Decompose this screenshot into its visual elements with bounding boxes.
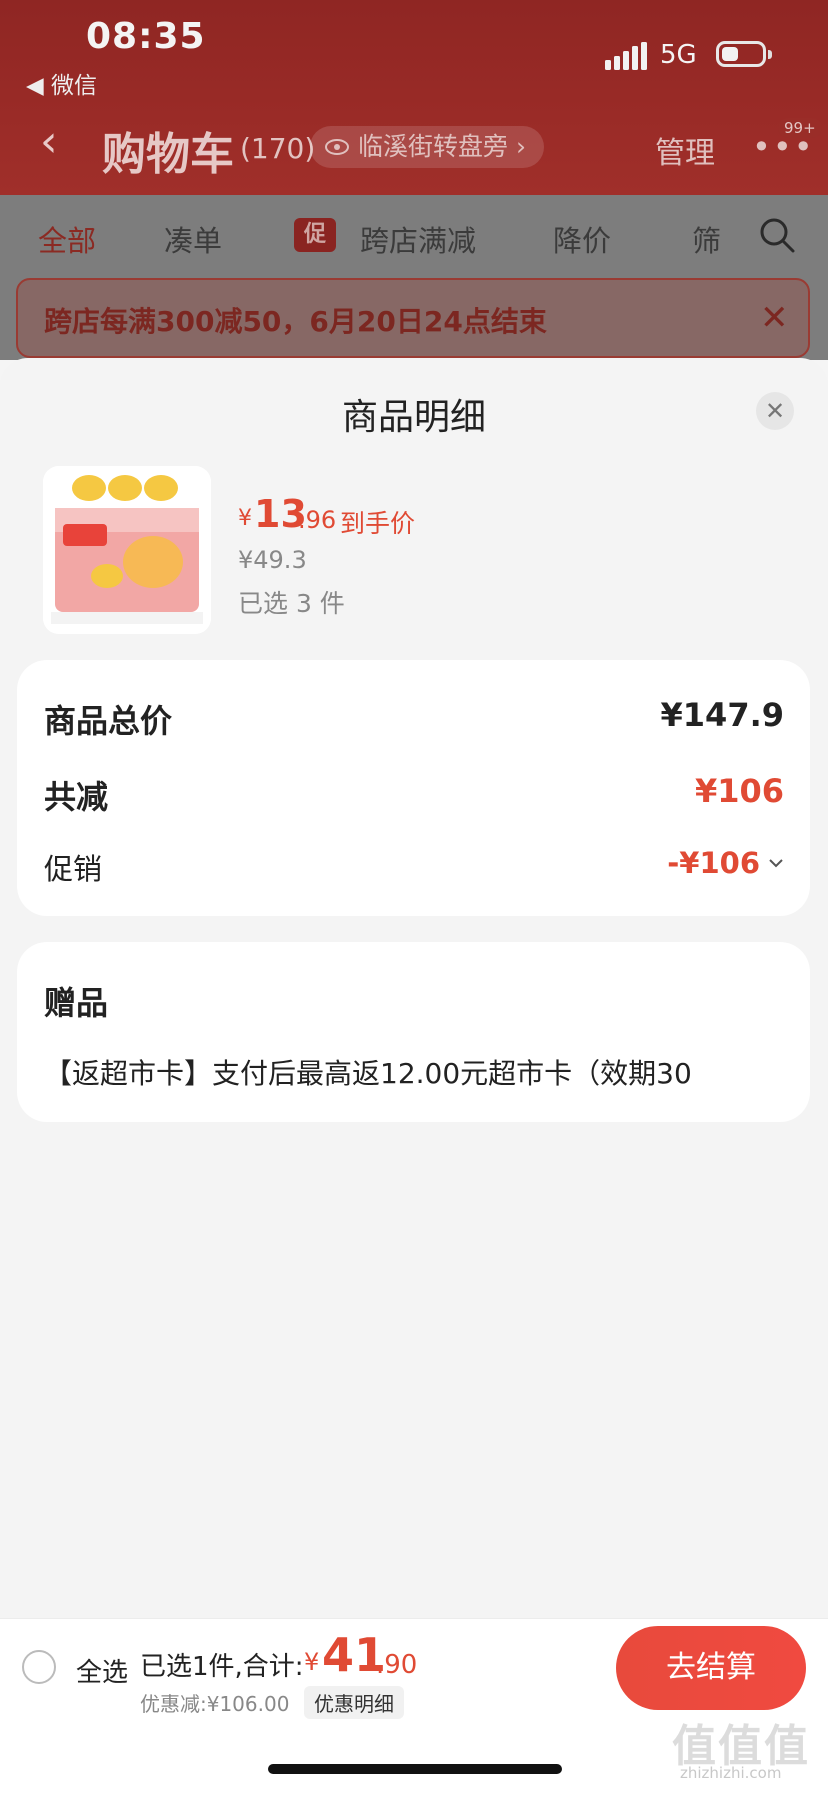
watermark-url: zhizhizhi.com	[680, 1764, 782, 1782]
chevron-right-icon: ›	[516, 132, 527, 161]
page-title: 购物车	[102, 129, 234, 180]
signal-icon	[605, 42, 647, 70]
promo-banner-text: 跨店每满300减50，6月20日24点结束	[44, 305, 547, 338]
tab-price-drop[interactable]: 降价	[553, 218, 611, 260]
tab-filter[interactable]: 筛	[692, 218, 721, 260]
back-button[interactable]: ‹	[40, 120, 58, 164]
promo-value: -¥106	[667, 846, 760, 880]
message-badge: 99+	[778, 118, 822, 138]
total-label: 已选1件,合计:	[140, 1652, 304, 1682]
search-icon[interactable]	[758, 216, 796, 254]
battery-tip	[768, 50, 772, 59]
detergent-box-illustration	[43, 466, 211, 634]
product-image	[43, 466, 211, 634]
close-icon[interactable]: ✕	[760, 298, 789, 338]
price-decimal: .96	[298, 506, 337, 534]
sheet-close-button[interactable]: ✕	[756, 392, 794, 430]
original-price: ¥49.3	[238, 546, 307, 574]
discount-detail-button[interactable]: 优惠明细	[304, 1686, 404, 1719]
tab-cross-store[interactable]: 跨店满减	[360, 218, 476, 260]
total-price-value: ¥147.9	[660, 696, 784, 734]
promo-row-toggle[interactable]: -¥106	[667, 846, 784, 880]
total-decimal: .90	[376, 1650, 418, 1680]
select-all-checkbox[interactable]	[22, 1650, 56, 1684]
discount-text: 优惠减:¥106.00	[140, 1692, 290, 1716]
reduced-label: 共减	[44, 778, 109, 816]
battery-icon	[716, 41, 766, 67]
manage-button[interactable]: 管理	[655, 128, 715, 172]
sheet-title: 商品明细	[341, 397, 486, 438]
eye-icon	[325, 139, 349, 155]
price-symbol: ¥	[238, 506, 252, 531]
select-all-label[interactable]: 全选	[76, 1652, 128, 1689]
promo-tag: 促	[294, 218, 336, 252]
promo-label: 促销	[44, 852, 103, 886]
back-to-app-link[interactable]: ◀ 微信	[26, 66, 97, 100]
total-symbol: ¥	[304, 1648, 320, 1676]
cart-count: (170)	[240, 132, 316, 165]
home-indicator	[268, 1764, 562, 1774]
reduced-value: ¥106	[694, 772, 784, 810]
checkout-button[interactable]: 去结算	[616, 1626, 806, 1710]
total-price-label: 商品总价	[44, 702, 173, 740]
tab-all[interactable]: 全部	[38, 218, 96, 260]
status-time: 08:35	[86, 16, 206, 57]
gift-text: 【返超市卡】支付后最高返12.00元超市卡（效期30	[44, 1057, 692, 1090]
gift-card	[17, 942, 810, 1122]
selected-quantity: 已选 3 件	[238, 589, 345, 618]
chevron-down-icon	[769, 859, 783, 868]
location-pill[interactable]: 临溪街转盘旁 ›	[310, 126, 545, 168]
tab-bundle[interactable]: 凑单	[164, 218, 222, 260]
gift-title: 赠品	[44, 984, 109, 1022]
network-type: 5G	[660, 40, 697, 70]
final-price-label: 到手价	[340, 509, 416, 538]
location-text: 临溪街转盘旁	[358, 132, 509, 161]
